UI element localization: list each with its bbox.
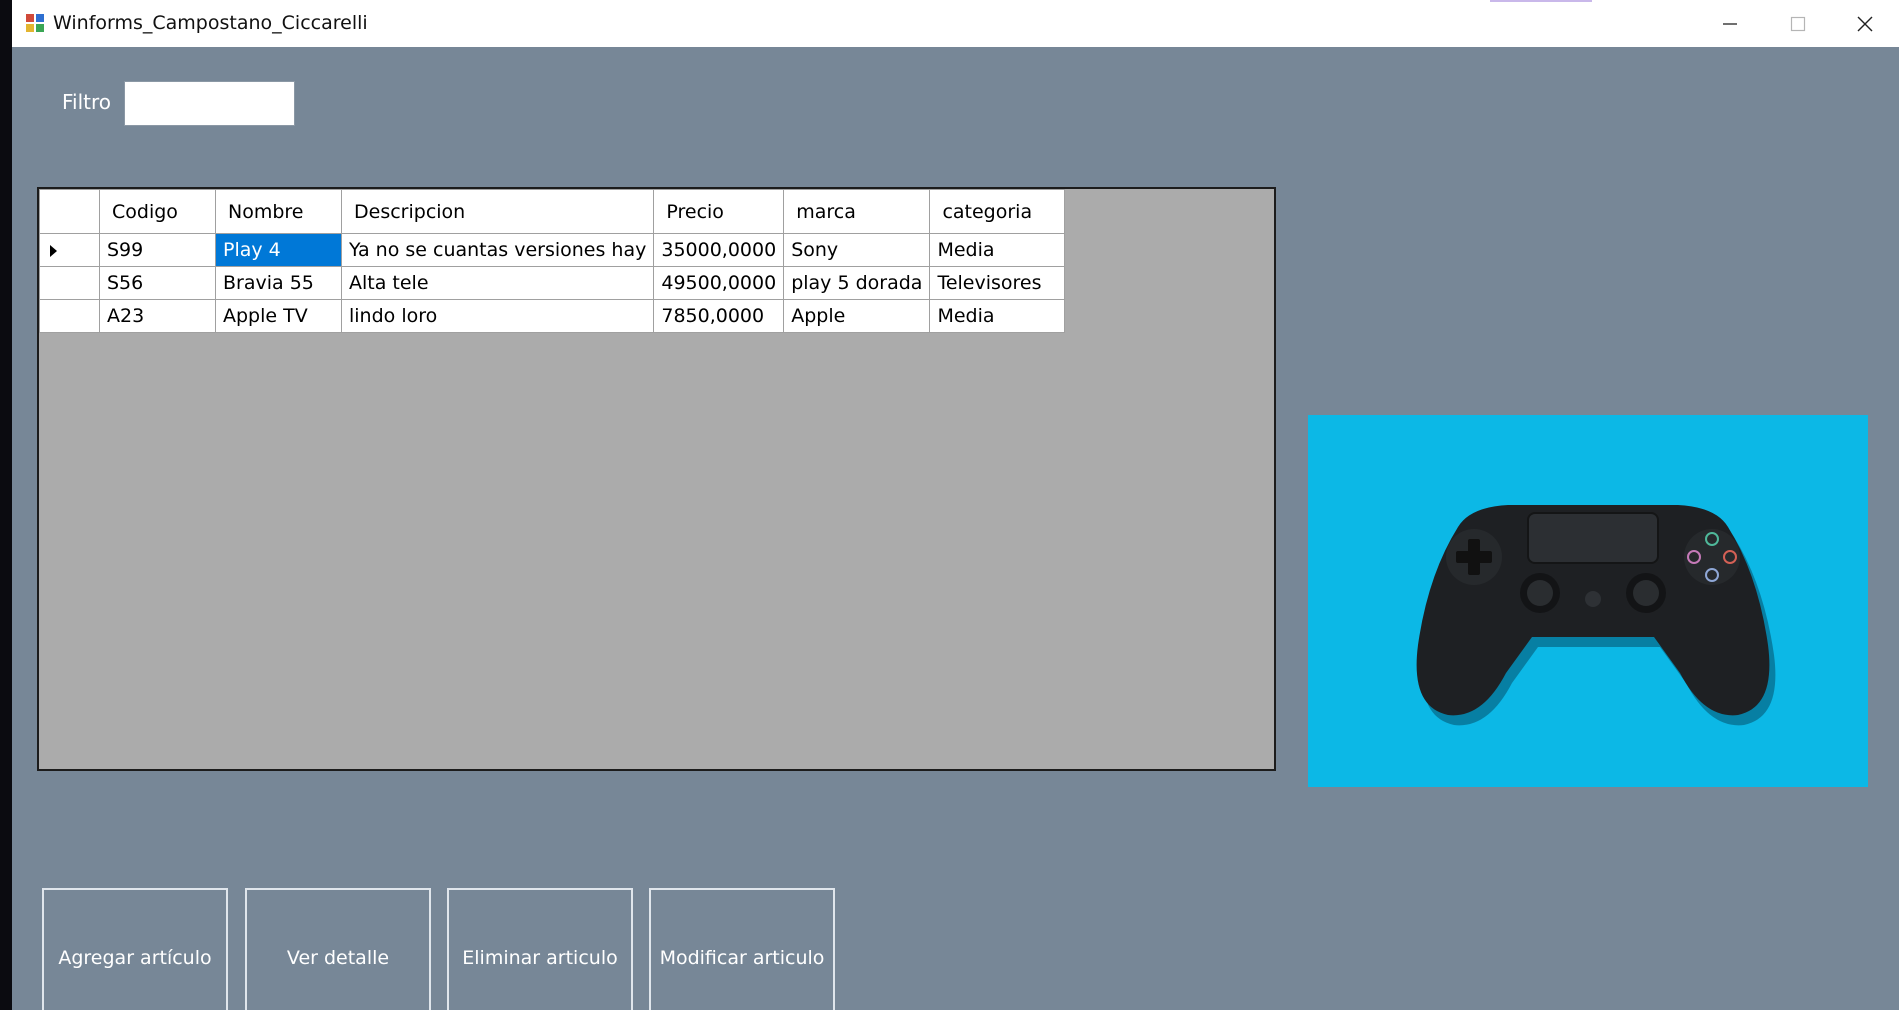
cell-precio[interactable]: 35000,0000 (653, 233, 785, 267)
cell-precio[interactable]: 7850,0000 (653, 299, 785, 333)
view-detail-button[interactable]: Ver detalle (245, 888, 431, 1010)
cell-nombre[interactable]: Apple TV (215, 299, 342, 333)
desktop-background (0, 0, 12, 1010)
header-row: Codigo Nombre Descripcion Precio marca c… (39, 189, 1066, 234)
minimize-button[interactable] (1696, 0, 1764, 47)
column-header-descripcion[interactable]: Descripcion (340, 189, 655, 234)
delete-article-button[interactable]: Eliminar articulo (447, 888, 633, 1010)
cell-codigo[interactable]: S99 (99, 233, 216, 267)
cell-categoria[interactable]: Televisores (929, 266, 1066, 300)
close-button[interactable] (1831, 0, 1899, 47)
row-header[interactable] (39, 299, 100, 333)
filter-input[interactable] (124, 81, 295, 126)
filter-label: Filtro (62, 90, 112, 114)
cell-descripcion[interactable]: Alta tele (340, 266, 655, 300)
cell-nombre[interactable]: Play 4 (215, 233, 342, 267)
minimize-icon (1723, 22, 1737, 25)
articles-table: Codigo Nombre Descripcion Precio marca c… (39, 189, 1066, 333)
cell-codigo[interactable]: A23 (99, 299, 216, 333)
title-bar-accent (1490, 0, 1592, 2)
column-header-categoria[interactable]: categoria (929, 189, 1066, 234)
cell-marca[interactable]: play 5 dorada (783, 266, 931, 300)
cell-descripcion[interactable]: lindo loro (340, 299, 655, 333)
column-header-marca[interactable]: marca (783, 189, 931, 234)
header-corner[interactable] (39, 189, 100, 234)
modify-article-button[interactable]: Modificar articulo (649, 888, 835, 1010)
cell-descripcion[interactable]: Ya no se cuantas versiones hay (340, 233, 655, 267)
column-header-codigo[interactable]: Codigo (99, 189, 216, 234)
cell-precio[interactable]: 49500,0000 (653, 266, 785, 300)
close-icon (1857, 16, 1873, 31)
cell-marca[interactable]: Sony (783, 233, 931, 267)
current-row-arrow-icon (50, 244, 57, 257)
articles-grid[interactable]: Codigo Nombre Descripcion Precio marca c… (37, 187, 1276, 771)
maximize-icon (1790, 16, 1806, 31)
table-row[interactable]: S99 Play 4 Ya no se cuantas versiones ha… (39, 233, 1066, 267)
article-image (1308, 415, 1868, 787)
table-row[interactable]: S56 Bravia 55 Alta tele 49500,0000 play … (39, 266, 1066, 300)
title-bar[interactable]: Winforms_Campostano_Ciccarelli (12, 0, 1899, 47)
column-header-nombre[interactable]: Nombre (215, 189, 342, 234)
main-window: Winforms_Campostano_Ciccarelli Filtro Co… (12, 0, 1899, 1010)
cell-nombre[interactable]: Bravia 55 (215, 266, 342, 300)
cell-categoria[interactable]: Media (929, 233, 1066, 267)
add-article-button[interactable]: Agregar artículo (42, 888, 228, 1010)
app-icon (26, 14, 46, 34)
column-header-precio[interactable]: Precio (653, 189, 785, 234)
cell-categoria[interactable]: Media (929, 299, 1066, 333)
cell-marca[interactable]: Apple (783, 299, 931, 333)
row-header[interactable] (39, 266, 100, 300)
table-row[interactable]: A23 Apple TV lindo loro 7850,0000 Apple … (39, 299, 1066, 333)
window-title: Winforms_Campostano_Ciccarelli (53, 12, 368, 34)
cell-codigo[interactable]: S56 (99, 266, 216, 300)
maximize-button[interactable] (1764, 0, 1832, 47)
row-header[interactable] (39, 233, 100, 267)
